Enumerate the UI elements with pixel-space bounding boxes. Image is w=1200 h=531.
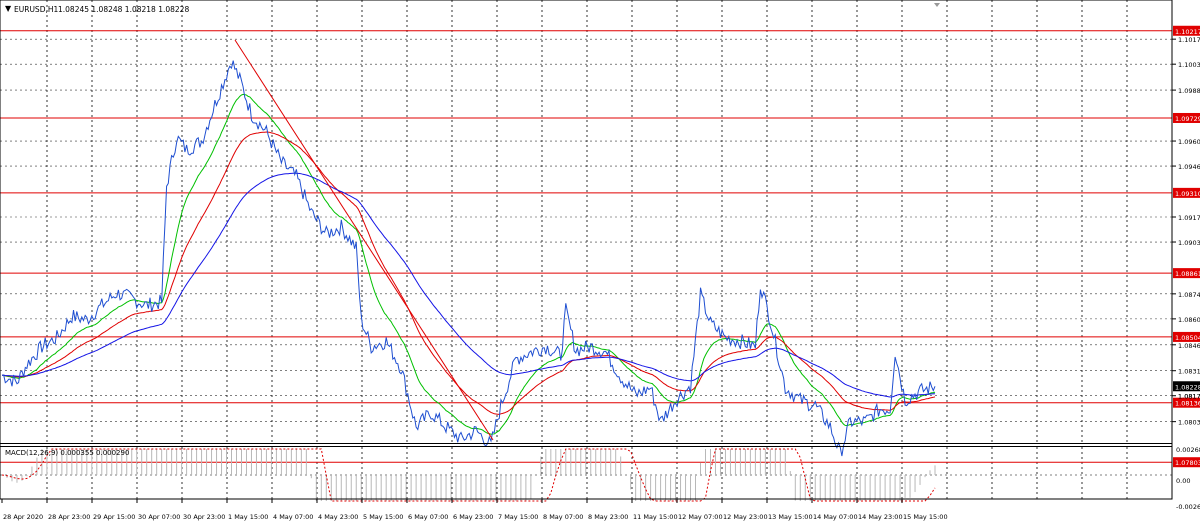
time-tick-label: 6 May 23:00 [453,513,493,521]
time-tick-label: 11 May 15:00 [633,513,678,521]
price-tick-label: 1.09460 [1178,163,1200,171]
mt4-chart-window[interactable]: 1.10217 1.09729 1.09310 1.08861 1.08504 1.081… [0,0,1200,527]
sr-level-label: 1.10217 [1175,28,1200,36]
sr-level-label: 1.09310 [1175,190,1200,198]
time-tick-label: 13 May 15:00 [768,513,813,521]
symbol-menu-icon[interactable]: ▼ [5,4,12,13]
time-tick-label: 30 Apr 07:00 [138,513,180,521]
ohlc-readout: 1.08245 1.08248 1.08218 1.08228 [58,5,189,14]
time-tick-label: 8 May 07:00 [543,513,583,521]
sr-level-label: 1.08861 [1175,270,1200,278]
price-tick-label: 1.08605 [1178,316,1200,324]
time-tick-label: 14 May 07:00 [813,513,858,521]
near-price-label: 1.08175 [1178,393,1200,401]
price-tick-label: 1.08460 [1178,342,1200,350]
time-tick-label: 8 May 23:00 [588,513,628,521]
price-tick-label: 1.08315 [1178,368,1200,376]
price-tick-label: 1.10030 [1178,61,1200,69]
price-tick-label: 1.09175 [1178,214,1200,222]
sr-level-label: 1.07803 [1175,459,1200,467]
time-tick-label: 12 May 07:00 [678,513,723,521]
time-tick-label: 14 May 23:00 [858,513,903,521]
macd-label: MACD(12,26,9) 0.000355 0.000290 [5,449,129,457]
price-tick-label: 1.08745 [1178,291,1200,299]
price-tick-label: 1.09885 [1178,87,1200,95]
price-tick-label: 1.09600 [1178,138,1200,146]
price-tick-label: 1.10170 [1178,36,1200,44]
chart-header: ▼ EURUSD,H1 1.08245 1.08248 1.08218 1.08… [5,4,189,14]
time-tick-label: 1 May 15:00 [228,513,268,521]
macd-tick-upper: 0.002686 [1176,446,1200,454]
time-tick-label: 12 May 23:00 [723,513,768,521]
time-tick-label: 4 May 23:00 [318,513,358,521]
time-tick-label: 4 May 07:00 [273,513,313,521]
time-tick-label: 7 May 15:00 [498,513,538,521]
macd-tick-lower: -0.002686 [1176,503,1200,511]
sr-level-label: 1.09729 [1175,115,1200,123]
time-tick-label: 30 Apr 23:00 [183,513,225,521]
time-tick-label: 15 May 15:00 [903,513,948,521]
time-tick-label: 6 May 07:00 [408,513,448,521]
macd-tick-zero: 0.00 [1176,477,1190,485]
time-tick-label: 5 May 15:00 [363,513,403,521]
time-tick-label: 28 Apr 2020 [3,513,43,521]
symbol-timeframe-label: EURUSD,H1 [14,5,58,14]
sr-level-label: 1.08504 [1175,334,1200,342]
price-tick-label: 1.08030 [1178,419,1200,427]
sr-level-label: 1.08136 [1175,400,1200,408]
time-tick-label: 29 Apr 15:00 [93,513,135,521]
time-tick-label: 28 Apr 23:00 [48,513,90,521]
price-tick-label: 1.09035 [1178,239,1200,247]
chart-canvas[interactable]: 1.10217 1.09729 1.09310 1.08861 1.08504 1.081… [0,0,1200,527]
current-price-label: 1.08228 [1175,383,1200,391]
